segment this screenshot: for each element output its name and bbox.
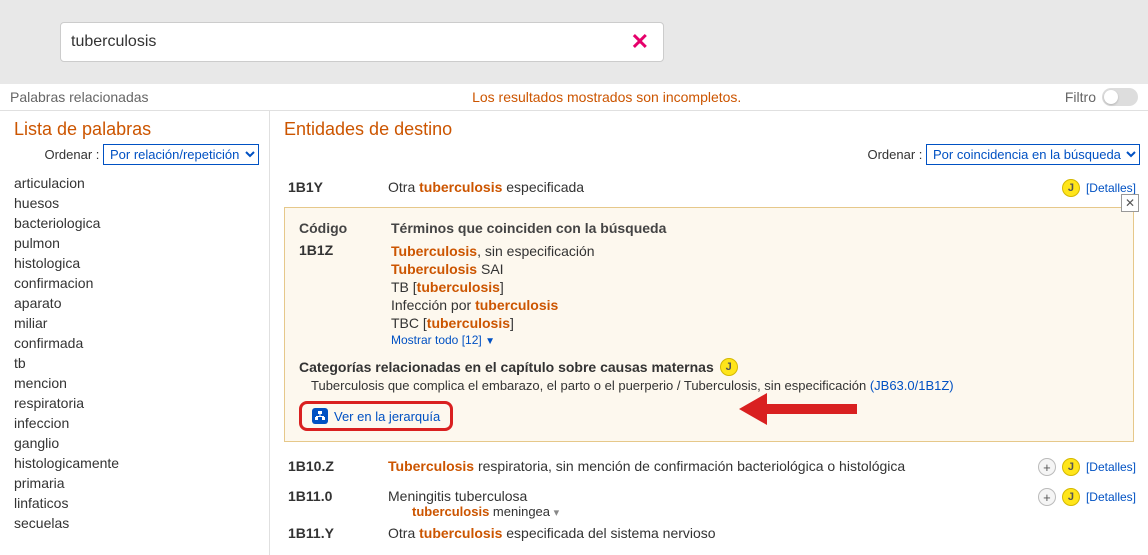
match-term: Tuberculosis, sin especificación	[391, 242, 1119, 260]
detail-code: 1B1Z	[299, 242, 391, 348]
word-item[interactable]: confirmacion	[14, 273, 259, 293]
word-item[interactable]: linfaticos	[14, 493, 259, 513]
j-badge-icon[interactable]: J	[720, 358, 738, 376]
sidebar: Lista de palabras Ordenar : Por relación…	[0, 111, 270, 555]
result-title: Otra tuberculosis especificada	[388, 179, 1062, 195]
match-term: Infección por tuberculosis	[391, 296, 1119, 314]
incomplete-results-warning: Los resultados mostrados son incompletos…	[149, 89, 1065, 105]
word-item[interactable]: bacteriologica	[14, 213, 259, 233]
filter-toggle[interactable]	[1102, 88, 1138, 106]
chevron-down-icon: ▼	[485, 336, 495, 347]
word-item[interactable]: articulacion	[14, 173, 259, 193]
search-bar-area: ✕	[0, 0, 1148, 84]
result-row[interactable]: 1B11.Y Otra tuberculosis especificada de…	[284, 519, 1140, 547]
plus-badge-icon[interactable]: +	[1038, 488, 1056, 506]
result-title: Tuberculosis respiratoria, sin mención d…	[388, 458, 1038, 474]
code-link[interactable]: (JB63.0/1B1Z)	[870, 378, 954, 393]
word-item[interactable]: primaria	[14, 473, 259, 493]
details-link[interactable]: [Detalles]	[1086, 460, 1136, 474]
results-title: Entidades de destino	[284, 119, 1140, 140]
word-item[interactable]: tb	[14, 353, 259, 373]
wordlist: articulacion huesos bacteriologica pulmo…	[14, 173, 259, 533]
details-link[interactable]: [Detalles]	[1086, 490, 1136, 504]
result-code: 1B10.Z	[288, 458, 388, 474]
match-term: Tuberculosis SAI	[391, 260, 1119, 278]
j-badge-icon[interactable]: J	[1062, 488, 1080, 506]
result-row[interactable]: 1B10.Z Tuberculosis respiratoria, sin me…	[284, 452, 1140, 482]
maternal-categories-title: Categorías relacionadas en el capítulo s…	[299, 359, 714, 375]
word-item[interactable]: miliar	[14, 313, 259, 333]
maternal-category-item: Tuberculosis que complica el embarazo, e…	[299, 376, 1119, 401]
annotation-arrow	[739, 393, 857, 425]
result-subterm[interactable]: tuberculosis meningea ▾	[388, 504, 1038, 519]
result-title: Meningitis tuberculosa	[388, 488, 1038, 504]
word-item[interactable]: respiratoria	[14, 393, 259, 413]
word-item[interactable]: pulmon	[14, 233, 259, 253]
search-input[interactable]	[71, 33, 627, 51]
chevron-down-icon: ▾	[554, 507, 560, 519]
result-row[interactable]: 1B11.0 Meningitis tuberculosa tuberculos…	[284, 482, 1140, 519]
related-words-label[interactable]: Palabras relacionadas	[10, 89, 149, 105]
word-item[interactable]: aparato	[14, 293, 259, 313]
wordlist-title: Lista de palabras	[14, 119, 259, 140]
sort-label: Ordenar :	[867, 147, 922, 162]
detail-header-terms: Términos que coinciden con la búsqueda	[391, 220, 666, 236]
details-link[interactable]: [Detalles]	[1086, 181, 1136, 195]
result-code: 1B11.0	[288, 488, 388, 504]
wordlist-sort-select[interactable]: Por relación/repetición	[103, 144, 259, 165]
word-item[interactable]: histologica	[14, 253, 259, 273]
show-all-link[interactable]: Mostrar todo [12] ▼	[391, 332, 1119, 348]
plus-badge-icon[interactable]: +	[1038, 458, 1056, 476]
results-sort-select[interactable]: Por coincidencia en la búsqueda	[926, 144, 1140, 165]
j-badge-icon[interactable]: J	[1062, 179, 1080, 197]
j-badge-icon[interactable]: J	[1062, 458, 1080, 476]
hierarchy-icon	[312, 408, 328, 424]
match-term: TBC [tuberculosis]	[391, 314, 1119, 332]
word-item[interactable]: mencion	[14, 373, 259, 393]
match-term: TB [tuberculosis]	[391, 278, 1119, 296]
detail-header-code: Código	[299, 220, 391, 236]
detail-panel: ✕ Código Términos que coinciden con la b…	[284, 207, 1134, 442]
word-item[interactable]: secuelas	[14, 513, 259, 533]
word-item[interactable]: infeccion	[14, 413, 259, 433]
sort-label: Ordenar :	[44, 147, 99, 162]
search-bar: ✕	[60, 22, 664, 62]
word-item[interactable]: confirmada	[14, 333, 259, 353]
clear-search-icon[interactable]: ✕	[627, 29, 653, 55]
filter-label: Filtro	[1065, 89, 1096, 105]
result-row[interactable]: 1B1Y Otra tuberculosis especificada J [D…	[284, 173, 1140, 203]
view-in-hierarchy-button[interactable]: Ver en la jerarquía	[299, 401, 453, 431]
close-detail-icon[interactable]: ✕	[1121, 194, 1139, 212]
status-row: Palabras relacionadas Los resultados mos…	[0, 84, 1148, 111]
results-panel: Entidades de destino Ordenar : Por coinc…	[270, 111, 1148, 555]
result-title: Otra tuberculosis especificada del siste…	[388, 525, 1136, 541]
result-code: 1B1Y	[288, 179, 388, 195]
word-item[interactable]: huesos	[14, 193, 259, 213]
word-item[interactable]: histologicamente	[14, 453, 259, 473]
result-code: 1B11.Y	[288, 525, 388, 541]
word-item[interactable]: ganglio	[14, 433, 259, 453]
